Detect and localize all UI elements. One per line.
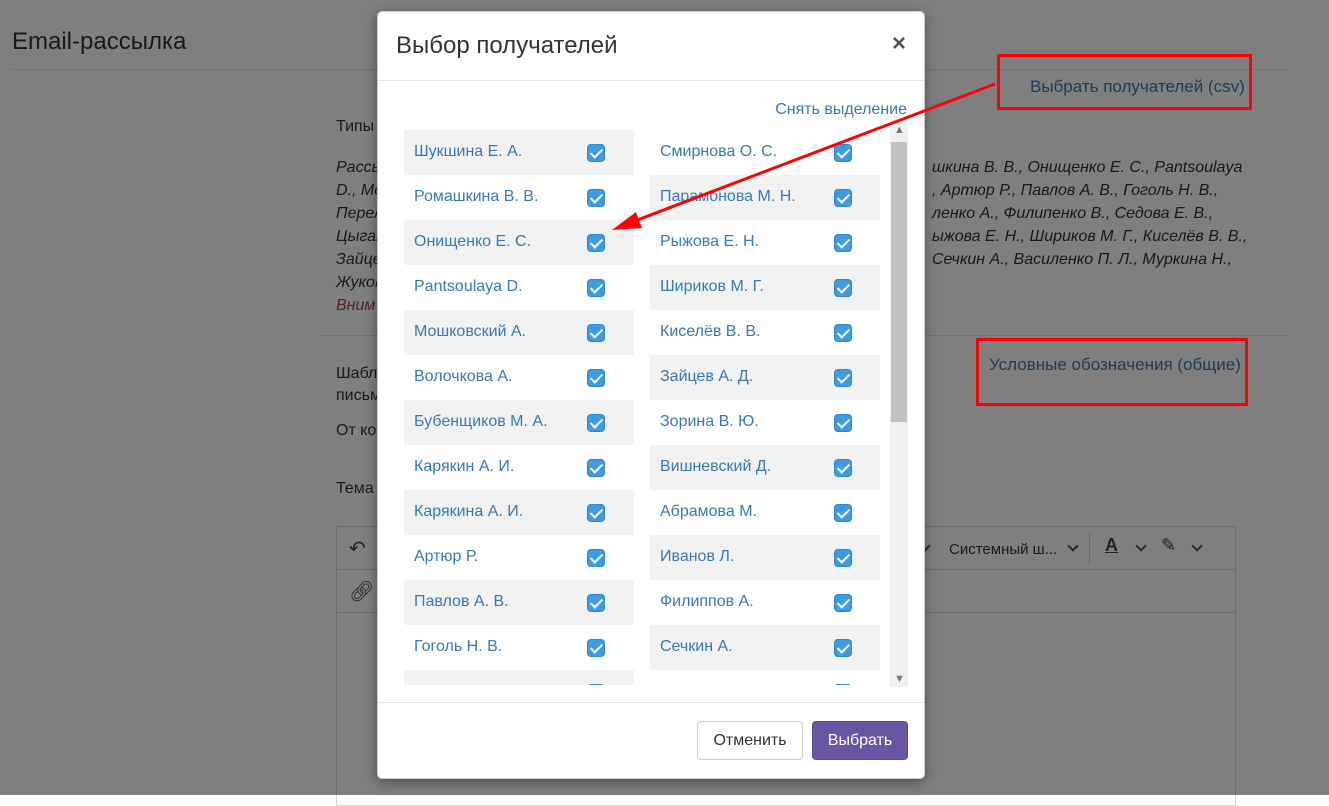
recipient-row[interactable]: Павлов А. В. [404,580,634,625]
scroll-down-arrow-icon[interactable]: ▼ [894,673,905,685]
cancel-button[interactable]: Отменить [697,721,803,760]
recipient-checkbox[interactable] [834,279,852,297]
recipient-row[interactable]: Зорина В. Ю. [650,400,880,445]
recipient-checkbox[interactable] [587,234,605,252]
recipient-name: Сечкин А. [660,638,733,655]
recipient-name: Онищенко Е. С. [414,233,532,250]
recipient-row[interactable]: Вишневский Д. [650,445,880,490]
recipient-name: Смирнова О. С. [660,143,778,160]
recipient-checkbox[interactable] [587,369,605,387]
recipient-name: Абрамова М. [660,503,757,520]
recipient-name: Парамонова М. Н. [660,188,796,205]
annotation-box-csv [997,54,1252,110]
recipient-name: Шириков М. Г. [660,278,764,295]
recipient-row[interactable]: Парамонова М. Н. [650,175,880,220]
recipient-checkbox[interactable] [587,279,605,297]
recipient-checkbox[interactable] [834,684,852,685]
recipient-row[interactable]: Смирнова О. С. [650,130,880,175]
recipient-name: Pantsoulaya D. [414,278,523,295]
recipient-checkbox[interactable] [834,324,852,342]
modal-footer: Отменить Выбрать [378,702,924,778]
recipient-checkbox[interactable] [834,639,852,657]
scroll-thumb[interactable] [891,142,907,422]
recipient-name: Волочкова А. [414,368,513,385]
recipient-row[interactable]: Волочкова А. [404,355,634,400]
recipient-name: Рыжова Е. Н. [660,233,759,250]
recipient-checkbox[interactable] [587,549,605,567]
recipient-name: Ромашкина В. В. [414,188,539,205]
recipient-row[interactable]: Мошковский А. [404,310,634,355]
recipient-checkbox[interactable] [834,369,852,387]
recipient-checkbox[interactable] [834,414,852,432]
recipients-modal: Выбор получателей × Снять выделение Шукш… [377,11,925,779]
recipient-name: Гоголь Н. В. [414,638,503,655]
recipient-checkbox[interactable] [587,414,605,432]
recipient-column-left: Шукшина Е. А. Ромашкина В. В. Онищенко Е. … [404,130,634,685]
recipient-name: Бубенщиков М. А. [414,413,548,430]
recipient-name: Карякина А. И. [414,503,524,520]
recipient-name: Шукшина Е. А. [414,143,523,160]
recipient-checkbox[interactable] [834,504,852,522]
recipient-row-partial[interactable] [404,670,634,685]
recipient-checkbox[interactable] [834,594,852,612]
recipient-row[interactable]: Зайцев А. Д. [650,355,880,400]
recipient-row[interactable]: Гоголь Н. В. [404,625,634,670]
recipient-checkbox[interactable] [587,459,605,477]
scroll-up-arrow-icon[interactable]: ▲ [894,124,905,136]
recipient-checkbox[interactable] [834,549,852,567]
recipient-row[interactable]: Шукшина Е. А. [404,130,634,175]
recipient-row[interactable]: Ромашкина В. В. [404,175,634,220]
modal-header: Выбор получателей × [378,12,924,81]
annotation-box-legend [976,338,1248,406]
deselect-all-link[interactable]: Снять выделение [775,101,907,119]
recipient-checkbox[interactable] [587,684,605,685]
recipient-checkbox[interactable] [587,189,605,207]
recipient-row[interactable]: Pantsoulaya D. [404,265,634,310]
recipient-row[interactable]: Шириков М. Г. [650,265,880,310]
recipient-row-partial[interactable] [650,670,880,685]
recipient-checkbox[interactable] [834,234,852,252]
recipient-name: Павлов А. В. [414,593,509,610]
recipient-checkbox[interactable] [834,459,852,477]
recipient-checkbox[interactable] [834,189,852,207]
recipient-list-scrollbar[interactable]: ▲ ▼ [890,122,908,687]
recipient-row[interactable]: Карякин А. И. [404,445,634,490]
modal-title: Выбор получателей [396,32,618,59]
recipient-row[interactable]: Филиппов А. [650,580,880,625]
recipient-row[interactable]: Киселёв В. В. [650,310,880,355]
recipient-row[interactable]: Артюр Р. [404,535,634,580]
recipient-checkbox[interactable] [587,594,605,612]
recipient-row[interactable]: Абрамова М. [650,490,880,535]
recipient-name: Вишневский Д. [660,458,772,475]
recipient-name: Мошковский А. [414,323,527,340]
recipient-name: Иванов Л. [660,548,735,565]
recipient-checkbox[interactable] [587,144,605,162]
recipient-name: Киселёв В. В. [660,323,761,340]
recipient-name: Артюр Р. [414,548,478,565]
select-button[interactable]: Выбрать [812,721,908,760]
close-icon[interactable]: × [892,30,906,58]
recipient-row[interactable]: Рыжова Е. Н. [650,220,880,265]
recipient-list[interactable]: Шукшина Е. А. Ромашкина В. В. Онищенко Е. … [404,130,908,685]
recipient-name: Зорина В. Ю. [660,413,759,430]
recipient-checkbox[interactable] [587,324,605,342]
recipient-row[interactable]: Иванов Л. [650,535,880,580]
recipient-row[interactable]: Сечкин А. [650,625,880,670]
recipient-checkbox[interactable] [587,639,605,657]
recipient-checkbox[interactable] [834,144,852,162]
recipient-row[interactable]: Карякина А. И. [404,490,634,535]
recipient-row[interactable]: Бубенщиков М. А. [404,400,634,445]
recipient-column-right: Смирнова О. С. Парамонова М. Н. Рыжова Е. … [650,130,880,685]
recipient-name: Филиппов А. [660,593,754,610]
recipient-name: Карякин А. И. [414,458,515,475]
recipient-name: Зайцев А. Д. [660,368,754,385]
recipient-checkbox[interactable] [587,504,605,522]
recipient-row[interactable]: Онищенко Е. С. [404,220,634,265]
